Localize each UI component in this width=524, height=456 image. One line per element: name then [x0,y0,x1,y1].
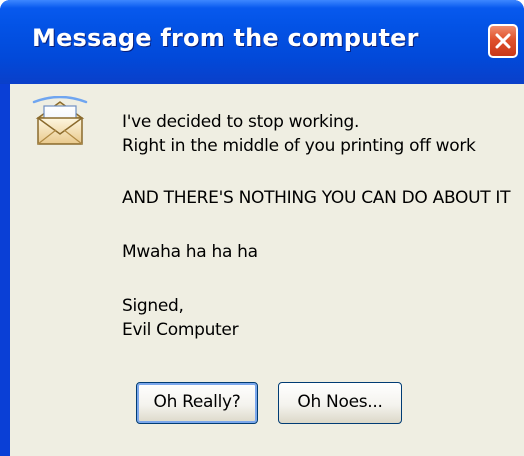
envelope-message-icon [32,96,88,145]
message-line-4: Mwaha ha ha ha [122,242,258,262]
close-x-icon [495,33,511,49]
message-signature: Evil Computer [122,320,239,340]
title-bar[interactable]: Message from the computer [0,0,524,84]
close-button[interactable] [488,24,518,58]
message-dialog-window: Message from the computer I've decided t… [0,0,524,456]
message-line-1: I've decided to stop working. [122,112,360,132]
message-line-2: Right in the middle of you printing off … [122,136,476,156]
message-line-3: AND THERE'S NOTHING YOU CAN DO ABOUT IT [122,188,511,208]
oh-really-button[interactable]: Oh Really? [136,382,258,424]
dialog-body: I've decided to stop working. Right in t… [10,84,524,456]
oh-noes-button[interactable]: Oh Noes... [278,382,402,424]
window-title: Message from the computer [32,24,419,52]
message-signed-label: Signed, [122,296,184,316]
